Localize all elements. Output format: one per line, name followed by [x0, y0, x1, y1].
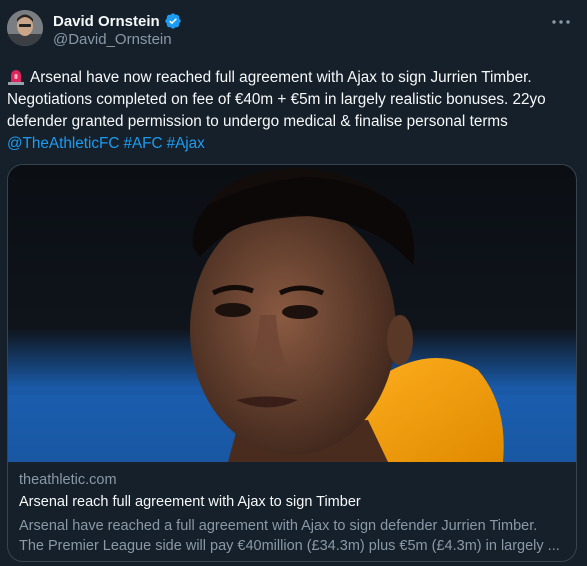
verified-badge-icon: [164, 12, 182, 30]
rotating-light-icon: [7, 67, 25, 85]
tweet-text: Arsenal have now reached full agreement …: [7, 67, 579, 155]
author-handle[interactable]: @David_Ornstein: [53, 31, 182, 48]
more-options-icon[interactable]: [549, 12, 573, 32]
tweet-author[interactable]: David Ornstein @David_Ornstein: [53, 11, 182, 48]
hashtag-ajax[interactable]: #Ajax: [167, 135, 205, 152]
card-title[interactable]: Arsenal reach full agreement with Ajax t…: [19, 494, 565, 513]
avatar[interactable]: [7, 10, 43, 46]
mention-theathleticfc[interactable]: @TheAthleticFC: [7, 135, 119, 152]
card-description: Arsenal have reached a full agreement wi…: [19, 518, 560, 554]
hashtag-afc[interactable]: #AFC: [123, 135, 162, 152]
card-image[interactable]: [8, 165, 576, 462]
author-display-name[interactable]: David Ornstein: [53, 13, 160, 30]
tweet-tags: @TheAthleticFC #AFC #Ajax: [7, 135, 209, 152]
link-card[interactable]: theathletic.com Arsenal reach full agree…: [7, 164, 577, 562]
tweet-body: Arsenal have now reached full agreement …: [7, 69, 546, 130]
card-domain[interactable]: theathletic.com: [19, 472, 565, 491]
